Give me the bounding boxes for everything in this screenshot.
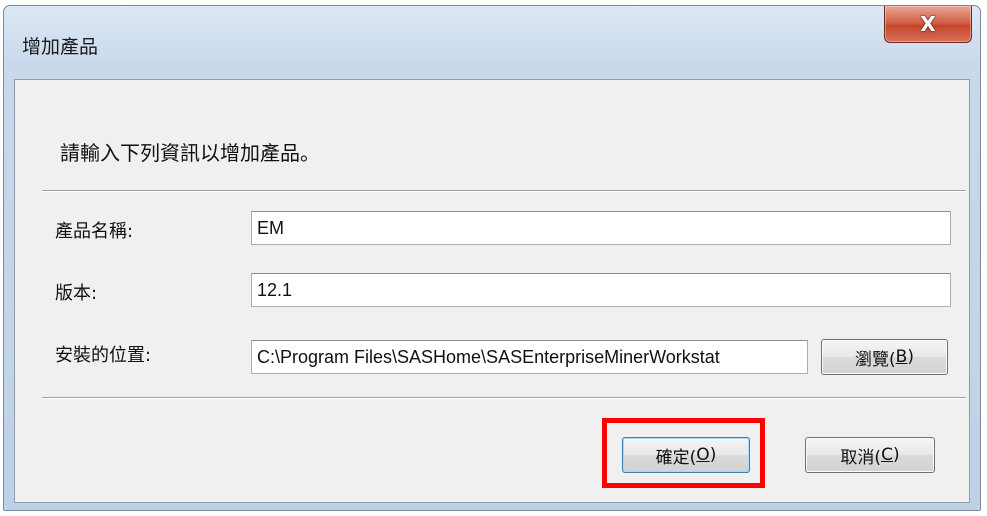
dialog-body: 請輸入下列資訊以增加產品。 產品名稱: EM 版本: 12.1 安裝的位置: C…	[14, 79, 970, 503]
browse-button-mnemonic: B	[895, 347, 908, 367]
browse-button-label: 瀏覽(	[855, 349, 896, 370]
install-location-input[interactable]: C:\Program Files\SASHome\SASEnterpriseMi…	[251, 340, 808, 374]
browse-button[interactable]: 瀏覽(B)	[821, 339, 948, 375]
close-icon: X	[920, 12, 936, 36]
add-product-dialog: 增加產品 X 請輸入下列資訊以增加產品。 產品名稱: EM 版本: 12.1 安…	[3, 5, 981, 511]
product-name-label: 產品名稱:	[55, 221, 134, 242]
browse-button-close: )	[907, 347, 914, 367]
product-name-input[interactable]: EM	[251, 211, 951, 245]
title-bar[interactable]: 增加產品 X	[4, 6, 980, 76]
install-location-label: 安裝的位置:	[55, 345, 152, 366]
close-button[interactable]: X	[884, 6, 972, 43]
ok-button-highlight	[602, 418, 765, 488]
cancel-button-close: )	[892, 445, 900, 465]
cancel-button-label: 取消(	[840, 447, 882, 468]
version-label: 版本:	[55, 283, 98, 304]
version-input[interactable]: 12.1	[251, 273, 951, 307]
cancel-button-mnemonic: C	[881, 445, 893, 465]
window-title: 增加產品	[22, 36, 99, 58]
top-divider	[42, 190, 966, 192]
cancel-button[interactable]: 取消(C)	[805, 437, 935, 473]
instruction-text: 請輸入下列資訊以增加產品。	[60, 141, 320, 165]
bottom-divider	[42, 397, 966, 399]
